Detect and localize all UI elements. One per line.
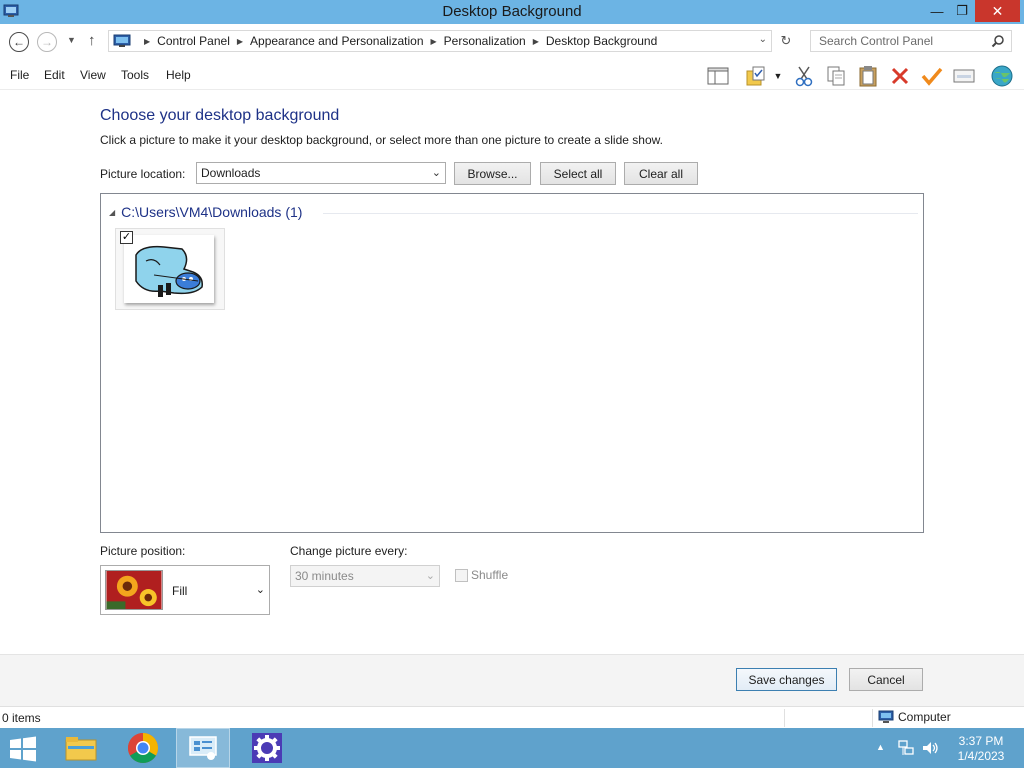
chevron-down-icon: ⌄: [425, 570, 435, 582]
picture-thumbnail[interactable]: [124, 235, 214, 303]
refresh-icon: ↻: [780, 33, 792, 48]
change-interval-label: Change picture every:: [290, 544, 408, 558]
chevron-down-icon[interactable]: ⌄: [759, 34, 767, 45]
chrome-icon: [127, 733, 159, 764]
taskbar-settings[interactable]: [240, 728, 294, 768]
search-icon[interactable]: [991, 34, 1005, 48]
group-divider: [323, 213, 918, 214]
chevron-right-icon[interactable]: ▶: [533, 37, 539, 46]
layout-pane-icon[interactable]: [706, 64, 730, 88]
cut-icon[interactable]: [792, 64, 816, 88]
cancel-button[interactable]: Cancel: [849, 668, 923, 691]
search-box[interactable]: [810, 30, 1012, 52]
show-hidden-icons-icon[interactable]: ▲: [876, 742, 885, 752]
gallery-group-label: C:\Users\VM4\Downloads (1): [121, 204, 303, 220]
status-bar: 0 items Computer: [0, 706, 1024, 728]
settings-icon: [252, 733, 282, 763]
picture-gallery[interactable]: ◢ C:\Users\VM4\Downloads (1) ✓: [100, 193, 924, 533]
copy-icon[interactable]: [824, 64, 848, 88]
file-explorer-icon: [65, 737, 97, 761]
cartoon-picture-icon: [135, 245, 203, 297]
taskbar-file-explorer[interactable]: [54, 728, 108, 768]
window-title: Desktop Background: [442, 3, 582, 20]
back-button[interactable]: ←: [9, 32, 29, 52]
footer-area: Save changes Cancel: [0, 655, 1024, 706]
clock-date: 1/4/2023: [957, 749, 1005, 763]
taskbar: ▲ 3:37 PM 1/4/2023: [0, 728, 1024, 768]
breadcrumb-desktop-background[interactable]: Desktop Background: [546, 34, 657, 48]
menu-edit[interactable]: Edit: [44, 68, 65, 82]
folder-options-icon[interactable]: [744, 64, 768, 88]
page-title: Choose your desktop background: [100, 107, 340, 124]
up-arrow-icon[interactable]: ↑: [88, 32, 96, 49]
gallery-group-header[interactable]: ◢ C:\Users\VM4\Downloads (1): [109, 204, 302, 220]
menu-bar: File Edit View Tools Help ▼: [0, 60, 1024, 90]
chevron-right-icon[interactable]: ▶: [144, 37, 150, 46]
chevron-down-icon: ⌄: [255, 584, 265, 596]
breadcrumb[interactable]: ▶ Control Panel ▶ Appearance and Persona…: [108, 30, 772, 52]
breadcrumb-appearance[interactable]: Appearance and Personalization: [250, 34, 423, 48]
chevron-right-icon[interactable]: ▶: [237, 37, 243, 46]
taskbar-control-panel[interactable]: [176, 728, 230, 768]
select-all-button[interactable]: Select all: [540, 162, 616, 185]
status-item-count: 0 items: [2, 711, 41, 725]
picture-position-value: Fill: [172, 584, 188, 598]
save-changes-button[interactable]: Save changes: [736, 668, 837, 691]
forward-arrow-icon: →: [41, 35, 53, 49]
back-arrow-icon: ←: [13, 35, 25, 49]
delete-icon[interactable]: [888, 64, 912, 88]
forward-button[interactable]: →: [37, 32, 57, 52]
page-description: Click a picture to make it your desktop …: [100, 133, 663, 147]
change-interval-select[interactable]: 30 minutes ⌄: [290, 565, 440, 587]
refresh-button[interactable]: ↻: [775, 30, 797, 52]
picture-position-label: Picture position:: [100, 544, 186, 558]
recent-locations-dropdown-icon[interactable]: ▼: [67, 35, 76, 45]
breadcrumb-personalization[interactable]: Personalization: [444, 34, 526, 48]
menu-view[interactable]: View: [80, 68, 106, 82]
maximize-button[interactable]: ❐: [950, 0, 974, 22]
shuffle-label: Shuffle: [471, 568, 509, 582]
collapse-triangle-icon[interactable]: ◢: [109, 208, 115, 217]
picture-location-value: Downloads: [201, 166, 261, 180]
windows-start-icon[interactable]: [8, 736, 38, 762]
picture-location-select[interactable]: Downloads ⌄: [196, 162, 446, 184]
chevron-right-icon[interactable]: ▶: [431, 37, 437, 46]
shuffle-checkbox[interactable]: [455, 569, 468, 582]
volume-icon[interactable]: [921, 739, 939, 757]
taskbar-chrome[interactable]: [116, 728, 170, 768]
check-icon[interactable]: [920, 64, 944, 88]
search-input[interactable]: [819, 34, 989, 48]
picture-item[interactable]: ✓: [115, 228, 225, 310]
close-button[interactable]: ✕: [975, 0, 1020, 22]
clock-time: 3:37 PM: [958, 734, 1004, 748]
address-bar: ← → ▼ ↑ ▶ Control Panel ▶ Appearance and…: [0, 24, 1024, 60]
control-panel-icon: [113, 34, 131, 47]
position-preview-thumbnail: [105, 570, 163, 610]
minimize-button[interactable]: —: [924, 0, 950, 22]
network-icon[interactable]: [897, 739, 915, 757]
status-location-label: Computer: [898, 710, 951, 724]
breadcrumb-control-panel[interactable]: Control Panel: [157, 34, 230, 48]
menu-file[interactable]: File: [10, 68, 29, 82]
status-divider: [872, 709, 873, 727]
title-bar: Desktop Background — ❐ ✕: [0, 0, 1024, 24]
computer-icon: [878, 710, 894, 723]
picture-position-select[interactable]: Fill ⌄: [100, 565, 270, 615]
browse-button[interactable]: Browse...: [454, 162, 531, 185]
chevron-down-icon: ⌄: [431, 167, 441, 179]
change-interval-value: 30 minutes: [295, 569, 354, 583]
paste-icon[interactable]: [856, 64, 880, 88]
folder-options-dropdown-icon[interactable]: ▼: [770, 64, 786, 88]
picture-checkbox[interactable]: ✓: [120, 231, 133, 244]
menu-tools[interactable]: Tools: [121, 68, 149, 82]
status-divider: [784, 709, 785, 727]
clear-all-button[interactable]: Clear all: [624, 162, 698, 185]
status-location: Computer: [878, 710, 951, 724]
control-panel-icon: [189, 736, 217, 760]
menu-help[interactable]: Help: [166, 68, 191, 82]
picture-location-label: Picture location:: [100, 167, 186, 181]
properties-icon[interactable]: [952, 64, 976, 88]
globe-icon[interactable]: [990, 64, 1014, 88]
taskbar-clock[interactable]: 3:37 PM 1/4/2023: [946, 734, 1016, 764]
